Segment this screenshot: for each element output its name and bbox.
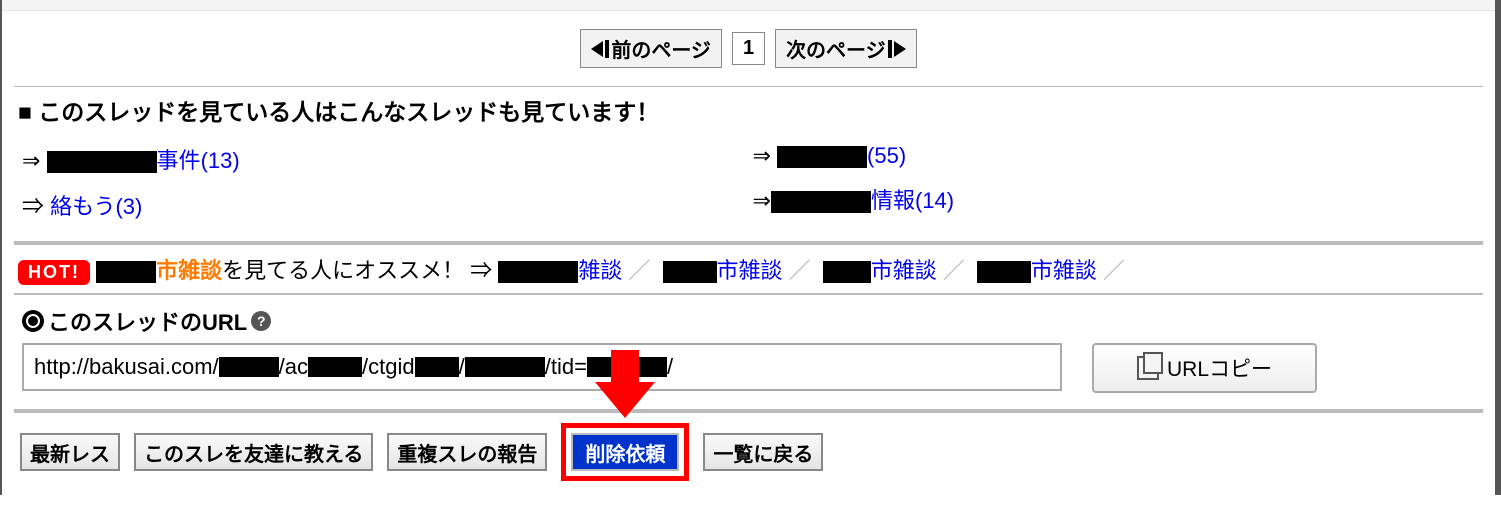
delete-request-button[interactable]: 削除依頼	[571, 433, 679, 471]
url-copy-label: URLコピー	[1167, 353, 1272, 383]
url-copy-button[interactable]: URLコピー	[1092, 343, 1317, 393]
next-page-label: 次のページ	[786, 34, 886, 63]
arrow-down-icon	[595, 350, 655, 420]
hot-link[interactable]: 市雑談	[663, 258, 783, 283]
copy-icon	[1137, 356, 1159, 380]
dup-report-button[interactable]: 重複スレの報告	[387, 433, 547, 471]
latest-button[interactable]: 最新レス	[20, 433, 120, 471]
related-item[interactable]: ⇒情報(14)	[753, 183, 1484, 215]
page-number: 1	[732, 32, 765, 65]
hot-link[interactable]: 市雑談	[823, 258, 937, 283]
hot-topic: 市雑談	[156, 258, 222, 283]
hot-badge: HOT!	[18, 260, 90, 285]
prev-page-button[interactable]: 前のページ	[580, 29, 722, 68]
share-button[interactable]: このスレを友達に教える	[134, 433, 373, 471]
url-label: このスレッドのURL	[48, 305, 247, 337]
next-page-button[interactable]: 次のページ	[775, 29, 917, 68]
related-item[interactable]: ⇒ (55)	[753, 143, 1484, 169]
triangle-left-icon	[591, 41, 603, 57]
related-heading: ■ このスレッドを見ている人はこんなスレッドも見ています！	[18, 93, 1483, 127]
globe-icon	[22, 310, 44, 332]
prev-page-label: 前のページ	[611, 34, 711, 63]
bar-icon	[888, 40, 892, 58]
hot-link[interactable]: 雑談	[498, 258, 622, 283]
related-item[interactable]: ⇒ 事件(13)	[22, 143, 753, 175]
hot-rec-label: を見てる人にオススメ！ ⇒	[222, 258, 492, 283]
url-field[interactable]: http://bakusai.com//ac/ctgid//tid=/	[22, 343, 1062, 391]
back-to-list-button[interactable]: 一覧に戻る	[703, 433, 823, 471]
related-item[interactable]: ⇒ 絡もう(3)	[22, 189, 753, 221]
help-icon[interactable]: ?	[251, 311, 271, 331]
bar-icon	[605, 40, 609, 58]
triangle-right-icon	[894, 41, 906, 57]
hot-link[interactable]: 市雑談	[977, 258, 1097, 283]
